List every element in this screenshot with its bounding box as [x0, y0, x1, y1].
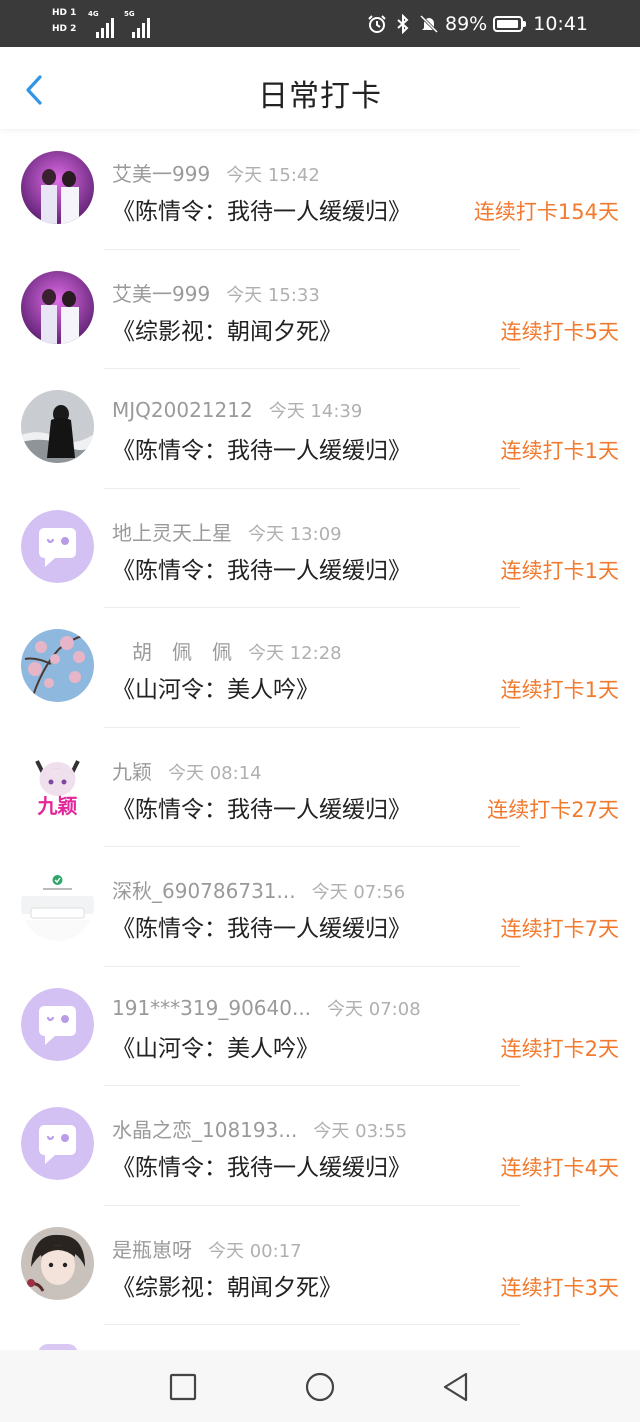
user-name: 艾美一999: [112, 281, 211, 306]
avatar[interactable]: [21, 1107, 94, 1180]
book-title[interactable]: 《山河令：美人吟》: [112, 670, 319, 704]
hd1-indicator: HD 1: [52, 8, 77, 18]
streak-label: 连续打卡1天: [500, 678, 619, 702]
checkin-time: 今天 07:08: [327, 998, 421, 1020]
battery-percent: 89%: [445, 12, 488, 35]
streak-label: 连续打卡3天: [500, 1275, 619, 1300]
streak-label: 连续打卡2天: [500, 1036, 619, 1061]
checkin-time: 今天 15:42: [226, 165, 320, 186]
checkin-time: 今天 08:14: [168, 762, 262, 784]
mute-bell-icon: [419, 14, 439, 33]
book-title[interactable]: 《陈情令：我待一人缓缓归》: [112, 431, 411, 465]
streak-label: 连续打卡5天: [500, 319, 619, 344]
back-triangle-icon[interactable]: [439, 1370, 473, 1404]
checkin-time: 今天 15:33: [226, 284, 320, 306]
bluetooth-icon: [397, 13, 409, 34]
book-title[interactable]: 《综影视：朝闻夕死》: [112, 1268, 342, 1302]
streak-label: 连续打卡7天: [500, 917, 619, 941]
book-title[interactable]: 《陈情令：我待一人缓缓归》: [112, 192, 411, 226]
user-name: 深秋_690786731...: [112, 879, 296, 903]
app-header: 日常打卡: [0, 47, 640, 129]
checkin-row[interactable]: 深秋_690786731... 今天 07:56 《陈情令：我待一人缓缓归》 连续…: [0, 847, 640, 967]
checkin-row[interactable]: 是瓶崽呀 今天 00:17 《综影视：朝闻夕死》 连续打卡3天: [0, 1206, 640, 1325]
checkin-time: 今天 07:56: [311, 882, 406, 903]
battery-icon: [493, 15, 527, 32]
avatar[interactable]: [21, 868, 94, 941]
checkin-time: 今天 12:28: [248, 643, 342, 664]
checkin-time: 今天 14:39: [268, 401, 363, 422]
hd2-indicator: HD 2: [52, 24, 77, 34]
checkin-row[interactable]: 地上灵天上星 今天 13:09 《陈情令：我待一人缓缓归》 连续打卡1天: [0, 489, 640, 608]
user-name: 水晶之恋_108193...: [112, 1118, 298, 1142]
book-title[interactable]: 《陈情令：我待一人缓缓归》: [112, 790, 411, 824]
streak-label: 连续打卡1天: [500, 558, 619, 583]
streak-label: 连续打卡1天: [500, 439, 619, 463]
avatar[interactable]: [21, 390, 94, 463]
book-title[interactable]: 《山河令：美人吟》: [112, 1029, 319, 1063]
page-title: 日常打卡: [258, 79, 382, 114]
user-name: 191***319_90640...: [112, 995, 312, 1020]
status-bar: HD 1 HD 2 4G 5G 89% 10:41: [0, 0, 640, 47]
user-name: 是瓶崽呀: [112, 1237, 192, 1262]
avatar[interactable]: [21, 509, 94, 583]
checkin-row[interactable]: 艾美一999 今天 15:42 《陈情令：我待一人缓缓归》 连续打卡154天: [0, 130, 640, 250]
avatar[interactable]: [21, 629, 94, 702]
alarm-icon: [368, 14, 386, 33]
checkin-time: 今天 13:09: [248, 523, 342, 545]
book-title[interactable]: 《综影视：朝闻夕死》: [112, 312, 342, 346]
avatar[interactable]: 九颖: [21, 748, 94, 822]
checkin-time: 今天 03:55: [313, 1121, 408, 1142]
book-title[interactable]: 《陈情令：我待一人缓缓归》: [112, 909, 411, 943]
avatar[interactable]: [21, 987, 94, 1061]
checkin-row[interactable]: 水晶之恋_108193... 今天 03:55 《陈情令：我待一人缓缓归》 连续打…: [0, 1086, 640, 1206]
system-nav-bar: [0, 1350, 640, 1422]
checkin-time: 今天 00:17: [208, 1240, 302, 1262]
checkin-list: 艾美一999 今天 15:42 《陈情令：我待一人缓缓归》 连续打卡154天 艾美…: [0, 130, 640, 1325]
recents-square-icon[interactable]: [166, 1370, 200, 1404]
book-title[interactable]: 《陈情令：我待一人缓缓归》: [112, 551, 411, 585]
svg-text:九颖: 九颖: [37, 794, 78, 818]
checkin-row[interactable]: 九颖 九颖 今天 08:14 《陈情令：我待一人缓缓归》 连续打卡27天: [0, 728, 640, 847]
checkin-row[interactable]: 艾美一999 今天 15:33 《综影视：朝闻夕死》 连续打卡5天: [0, 250, 640, 369]
divider: [104, 1324, 520, 1325]
streak-label: 连续打卡4天: [500, 1156, 619, 1180]
avatar[interactable]: [21, 270, 94, 344]
home-circle-icon[interactable]: [303, 1370, 337, 1404]
user-name: 九颖: [112, 759, 152, 784]
avatar[interactable]: [21, 1226, 94, 1300]
checkin-row[interactable]: 191***319_90640... 今天 07:08 《山河令：美人吟》 连续打…: [0, 967, 640, 1086]
user-name: MJQ20021212: [112, 398, 253, 422]
clock: 10:41: [533, 12, 588, 35]
checkin-row[interactable]: MJQ20021212 今天 14:39 《陈情令：我待一人缓缓归》 连续打卡1天: [0, 369, 640, 489]
checkin-row[interactable]: 胡 佩 佩今天 12:28 《山河令：美人吟》 连续打卡1天: [0, 608, 640, 728]
streak-label: 连续打卡154天: [473, 200, 619, 224]
streak-label: 连续打卡27天: [487, 797, 619, 822]
book-title[interactable]: 《陈情令：我待一人缓缓归》: [112, 1148, 411, 1182]
user-name: 胡 佩 佩: [112, 640, 232, 664]
user-name: 艾美一999: [112, 162, 211, 186]
user-name: 地上灵天上星: [112, 520, 232, 545]
avatar[interactable]: [21, 151, 94, 224]
